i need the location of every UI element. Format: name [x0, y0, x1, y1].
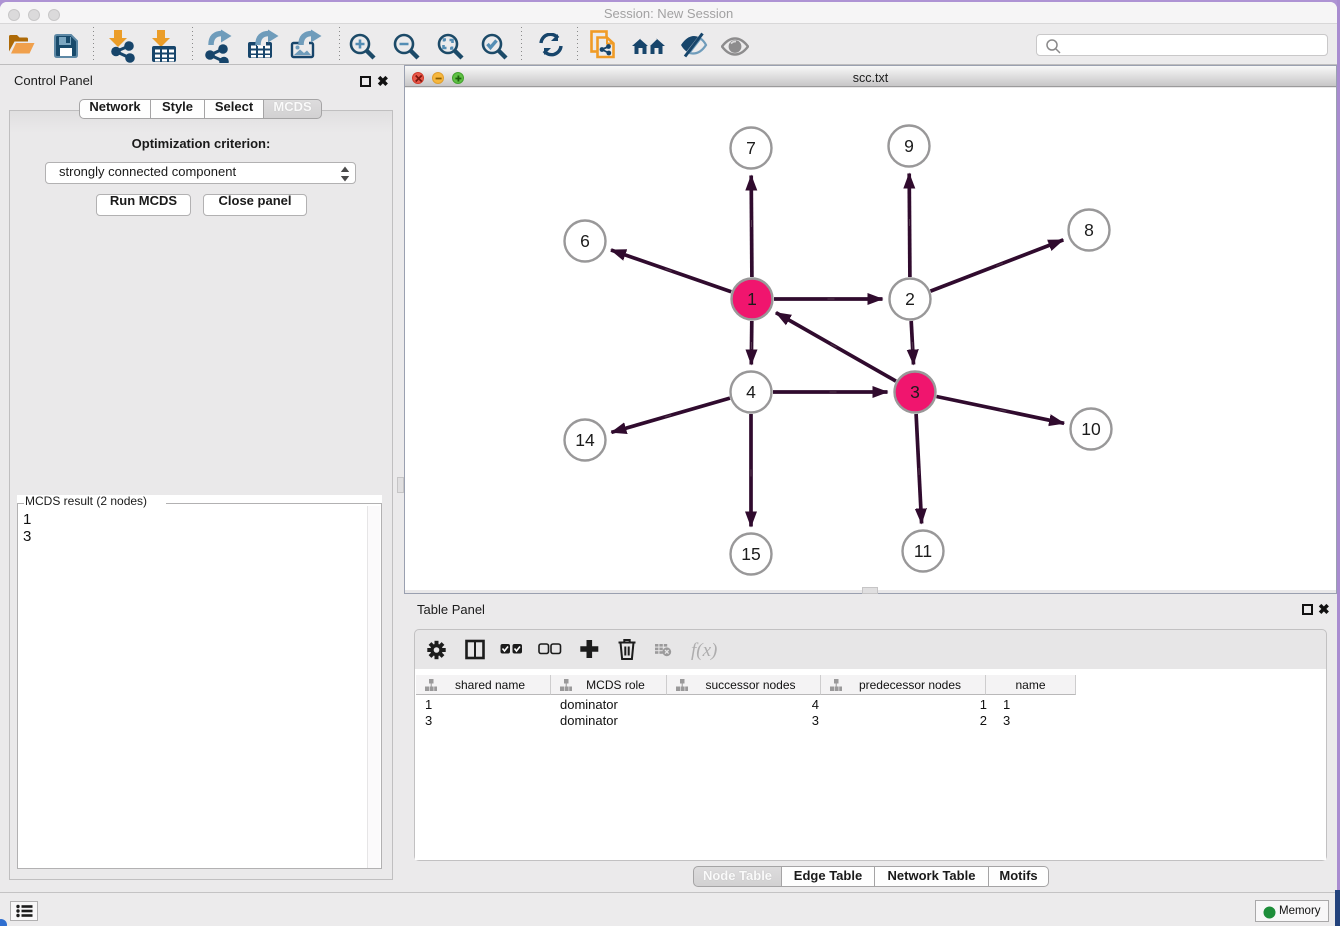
- svg-text:f(x): f(x): [691, 640, 717, 661]
- svg-text:14: 14: [575, 430, 595, 450]
- svg-text:4: 4: [746, 382, 756, 402]
- svg-text:7: 7: [746, 138, 756, 158]
- svg-text:15: 15: [741, 544, 760, 564]
- svg-text:8: 8: [1084, 220, 1094, 240]
- svg-text:2: 2: [905, 289, 915, 309]
- svg-text:9: 9: [904, 136, 914, 156]
- svg-text:6: 6: [580, 231, 590, 251]
- svg-text:1: 1: [747, 289, 757, 309]
- svg-text:3: 3: [910, 382, 920, 402]
- svg-text:10: 10: [1081, 419, 1101, 439]
- svg-text:11: 11: [914, 541, 932, 561]
